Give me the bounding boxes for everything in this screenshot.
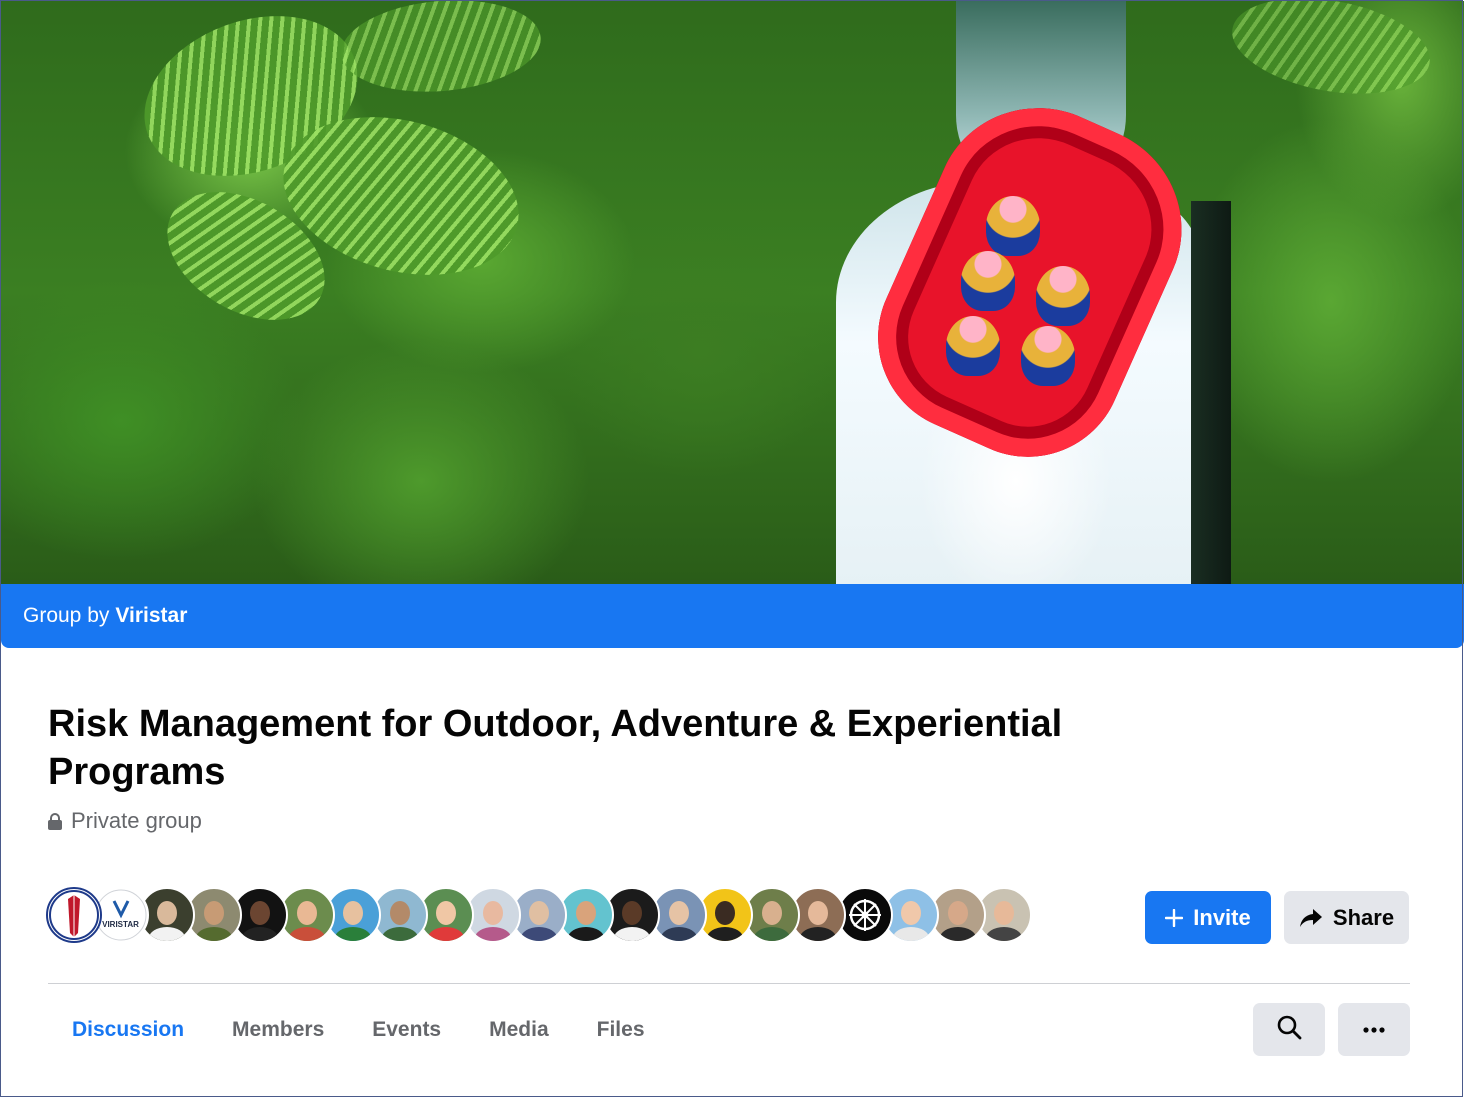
avatar-shoulders xyxy=(986,927,1022,941)
avatar-shoulders xyxy=(753,927,790,941)
kayak-logo-icon xyxy=(49,890,99,940)
share-button[interactable]: Share xyxy=(1284,891,1409,944)
avatar-face xyxy=(622,901,642,925)
privacy-label: Private group xyxy=(71,808,202,833)
avatar-face xyxy=(761,901,782,925)
avatar-shoulders xyxy=(242,927,278,941)
avatar-shoulders xyxy=(800,927,836,941)
avatar-face xyxy=(436,901,456,925)
share-label: Share xyxy=(1332,904,1395,930)
group-owner-bar: Group by Viristar xyxy=(1,584,1464,648)
avatar-shoulders xyxy=(288,927,325,941)
search-button[interactable] xyxy=(1253,1003,1325,1056)
tab-label: Media xyxy=(489,1018,549,1041)
cover-photo[interactable] xyxy=(1,1,1464,584)
avatar-shoulders xyxy=(614,927,650,941)
avatar-shoulders xyxy=(381,927,418,941)
group-by-label: Group by xyxy=(23,604,110,627)
group-title: Risk Management for Outdoor, Adventure &… xyxy=(48,703,1063,793)
group-owner-link[interactable]: Viristar xyxy=(115,604,187,628)
group-privacy: Private group xyxy=(48,808,202,834)
avatar-face xyxy=(994,901,1014,925)
cover-rafter xyxy=(1036,266,1090,326)
more-options-button[interactable] xyxy=(1338,1003,1410,1056)
more-horizontal-icon xyxy=(1362,1021,1386,1039)
tab-label: Files xyxy=(596,1018,645,1041)
header-divider xyxy=(48,983,1410,984)
avatar-shoulders xyxy=(428,927,464,941)
tab-label: Members xyxy=(232,1018,325,1041)
invite-label: Invite xyxy=(1193,904,1251,930)
group-tabs: Discussion Members Events Media Files xyxy=(48,1000,669,1060)
cover-foliage xyxy=(1224,1,1438,108)
avatar-shoulders xyxy=(521,927,557,941)
cover-foliage xyxy=(337,1,545,100)
avatar-face xyxy=(389,901,410,925)
avatar-shoulders xyxy=(707,927,743,941)
wheel-logo-icon xyxy=(839,890,890,940)
avatar-face xyxy=(250,901,270,925)
search-icon xyxy=(1276,1014,1302,1045)
avatar-shoulders xyxy=(335,927,371,941)
member-avatar-logo[interactable] xyxy=(46,887,102,943)
avatar-shoulders xyxy=(474,927,511,941)
avatar-face xyxy=(901,901,921,925)
avatar-face xyxy=(668,901,689,925)
avatar-shoulders xyxy=(893,927,929,941)
lock-icon xyxy=(48,813,62,830)
avatar-face xyxy=(343,901,363,925)
avatar-face xyxy=(808,901,828,925)
avatar-face xyxy=(947,901,968,925)
share-arrow-icon xyxy=(1299,908,1323,928)
avatar-shoulders xyxy=(149,927,185,941)
avatar-shoulders xyxy=(567,927,604,941)
cover-rafter xyxy=(1021,326,1075,386)
viristar-logo-label: VIRISTAR xyxy=(102,920,139,929)
invite-button[interactable]: Invite xyxy=(1145,891,1271,944)
avatar-face xyxy=(482,901,503,925)
tab-discussion[interactable]: Discussion xyxy=(48,1000,208,1060)
avatar-face xyxy=(157,901,177,925)
avatar-face xyxy=(203,901,224,925)
tab-media[interactable]: Media xyxy=(465,1000,573,1060)
tab-label: Events xyxy=(372,1018,442,1041)
avatar-shoulders xyxy=(195,927,232,941)
avatar-shoulders xyxy=(660,927,697,941)
cover-rafter xyxy=(986,196,1040,256)
avatar-face xyxy=(529,901,549,925)
cover-rafter xyxy=(961,251,1015,311)
avatar-face xyxy=(715,901,735,925)
cover-rock xyxy=(1191,201,1231,584)
plus-icon xyxy=(1165,908,1184,927)
avatar-face xyxy=(575,901,596,925)
avatar-face xyxy=(296,901,317,925)
tab-events[interactable]: Events xyxy=(348,1000,465,1060)
cover-rafter xyxy=(946,316,1000,376)
tab-label: Discussion xyxy=(72,1018,185,1041)
tab-members[interactable]: Members xyxy=(208,1000,348,1060)
tab-files[interactable]: Files xyxy=(573,1000,669,1060)
avatar-shoulders xyxy=(939,927,976,941)
viristar-logo-icon xyxy=(95,889,146,941)
